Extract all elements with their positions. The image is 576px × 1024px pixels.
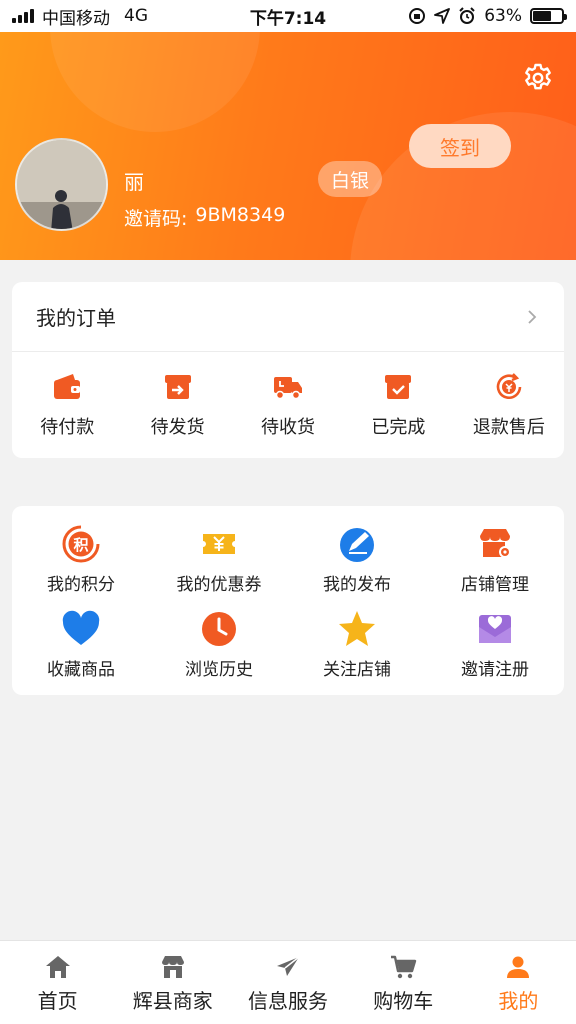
checkin-button[interactable]: 签到: [409, 124, 511, 168]
order-item-refund[interactable]: 退款售后: [454, 371, 564, 439]
rotation-lock-icon: [409, 8, 426, 24]
order-item-label: 已完成: [371, 417, 426, 438]
box-send-icon: [164, 375, 191, 399]
tab-cart[interactable]: 购物车: [346, 941, 461, 1024]
invite-code-label: 邀请码:: [124, 208, 188, 230]
tools-grid: 积 我的积分 我的优惠券 我的发布 店铺管理 收藏商品 浏览历史 关注店铺 邀请…: [12, 524, 564, 680]
member-level-badge: 白银: [318, 161, 382, 197]
tool-label: 我的优惠券: [176, 575, 262, 595]
invite-code-row: 邀请码: 9BM8349: [124, 204, 285, 231]
profile-header: 丽 邀请码: 9BM8349 白银 签到: [0, 32, 576, 260]
orders-card: 我的订单 待付款 待发货 待收货 已完成 退款售后: [12, 282, 564, 458]
status-right: 63%: [408, 6, 567, 26]
tab-label: 信息服务: [248, 989, 328, 1013]
store-icon: [161, 956, 184, 978]
tool-publish[interactable]: 我的发布: [288, 524, 426, 595]
tool-favorites[interactable]: 收藏商品: [12, 609, 150, 680]
avatar-photo: [17, 140, 106, 229]
order-item-completed[interactable]: 已完成: [343, 371, 453, 439]
tool-followed-shops[interactable]: 关注店铺: [288, 609, 426, 680]
username: 丽: [124, 170, 144, 194]
box-check-icon: [385, 375, 412, 399]
paper-plane-icon: [277, 956, 300, 976]
alarm-icon: [459, 7, 475, 24]
invite-code-value: 9BM8349: [195, 204, 286, 226]
truck-icon: [274, 377, 303, 400]
refund-icon: [496, 373, 522, 400]
signal-icon: [12, 9, 34, 23]
chevron-right-icon: [528, 309, 537, 324]
tab-label: 首页: [37, 989, 78, 1013]
tool-coupons[interactable]: 我的优惠券: [150, 524, 288, 595]
order-item-label: 待收货: [261, 417, 316, 438]
tab-label: 我的: [498, 989, 539, 1013]
battery-percent: 63%: [484, 6, 522, 26]
status-left: 中国移动 4G: [12, 4, 148, 29]
order-item-label: 待发货: [150, 417, 205, 438]
tool-invite-register[interactable]: 邀请注册: [426, 609, 564, 680]
tool-history[interactable]: 浏览历史: [150, 609, 288, 680]
points-icon: 积: [62, 525, 100, 563]
orders-header[interactable]: 我的订单: [12, 282, 564, 352]
gear-icon[interactable]: [522, 62, 554, 94]
orders-title: 我的订单: [36, 306, 116, 330]
header-decoration: [50, 32, 260, 132]
tool-label: 浏览历史: [185, 660, 253, 680]
svg-text:积: 积: [73, 536, 88, 554]
wallet-icon: [54, 374, 81, 399]
star-icon: [339, 611, 375, 646]
tool-label: 店铺管理: [461, 575, 529, 595]
network-type: 4G: [124, 6, 148, 26]
invite-mail-icon: [479, 615, 511, 643]
tool-label: 我的发布: [323, 575, 391, 595]
tool-points[interactable]: 积 我的积分: [12, 524, 150, 595]
battery-icon: [530, 8, 567, 24]
tab-mine[interactable]: 我的: [461, 941, 576, 1024]
order-item-pending-shipment[interactable]: 待发货: [122, 371, 232, 439]
status-bar: 中国移动 4G 下午7:14 63%: [0, 0, 576, 32]
tools-card: 积 我的积分 我的优惠券 我的发布 店铺管理 收藏商品 浏览历史 关注店铺 邀请…: [12, 506, 564, 695]
tool-label: 收藏商品: [47, 660, 115, 680]
location-icon: [434, 8, 451, 24]
order-item-pending-receipt[interactable]: 待收货: [233, 371, 343, 439]
tab-info-service[interactable]: 信息服务: [230, 941, 345, 1024]
tool-shop-manage[interactable]: 店铺管理: [426, 524, 564, 595]
carrier-name: 中国移动: [42, 8, 110, 29]
coupon-icon: [203, 534, 235, 554]
shop-manage-icon: [480, 529, 511, 558]
bottom-tab-bar: 首页 辉县商家 信息服务 购物车 我的: [0, 940, 576, 1024]
tool-label: 关注店铺: [323, 660, 391, 680]
order-status-row: 待付款 待发货 待收货 已完成 退款售后: [12, 352, 564, 458]
order-item-label: 退款售后: [472, 417, 545, 438]
heart-icon: [62, 610, 100, 645]
clock-icon: [202, 612, 236, 646]
tab-merchants[interactable]: 辉县商家: [115, 941, 230, 1024]
avatar[interactable]: [15, 138, 108, 231]
order-item-pending-payment[interactable]: 待付款: [12, 371, 122, 439]
cart-icon: [391, 955, 417, 979]
user-icon: [507, 956, 530, 978]
tab-label: 购物车: [373, 989, 434, 1013]
order-item-label: 待付款: [40, 417, 95, 438]
home-icon: [45, 956, 70, 978]
publish-icon: [340, 528, 374, 562]
tool-label: 邀请注册: [461, 660, 529, 680]
tool-label: 我的积分: [47, 575, 115, 595]
status-time: 下午7:14: [249, 8, 327, 29]
tab-label: 辉县商家: [132, 989, 213, 1013]
tab-home[interactable]: 首页: [0, 941, 115, 1024]
